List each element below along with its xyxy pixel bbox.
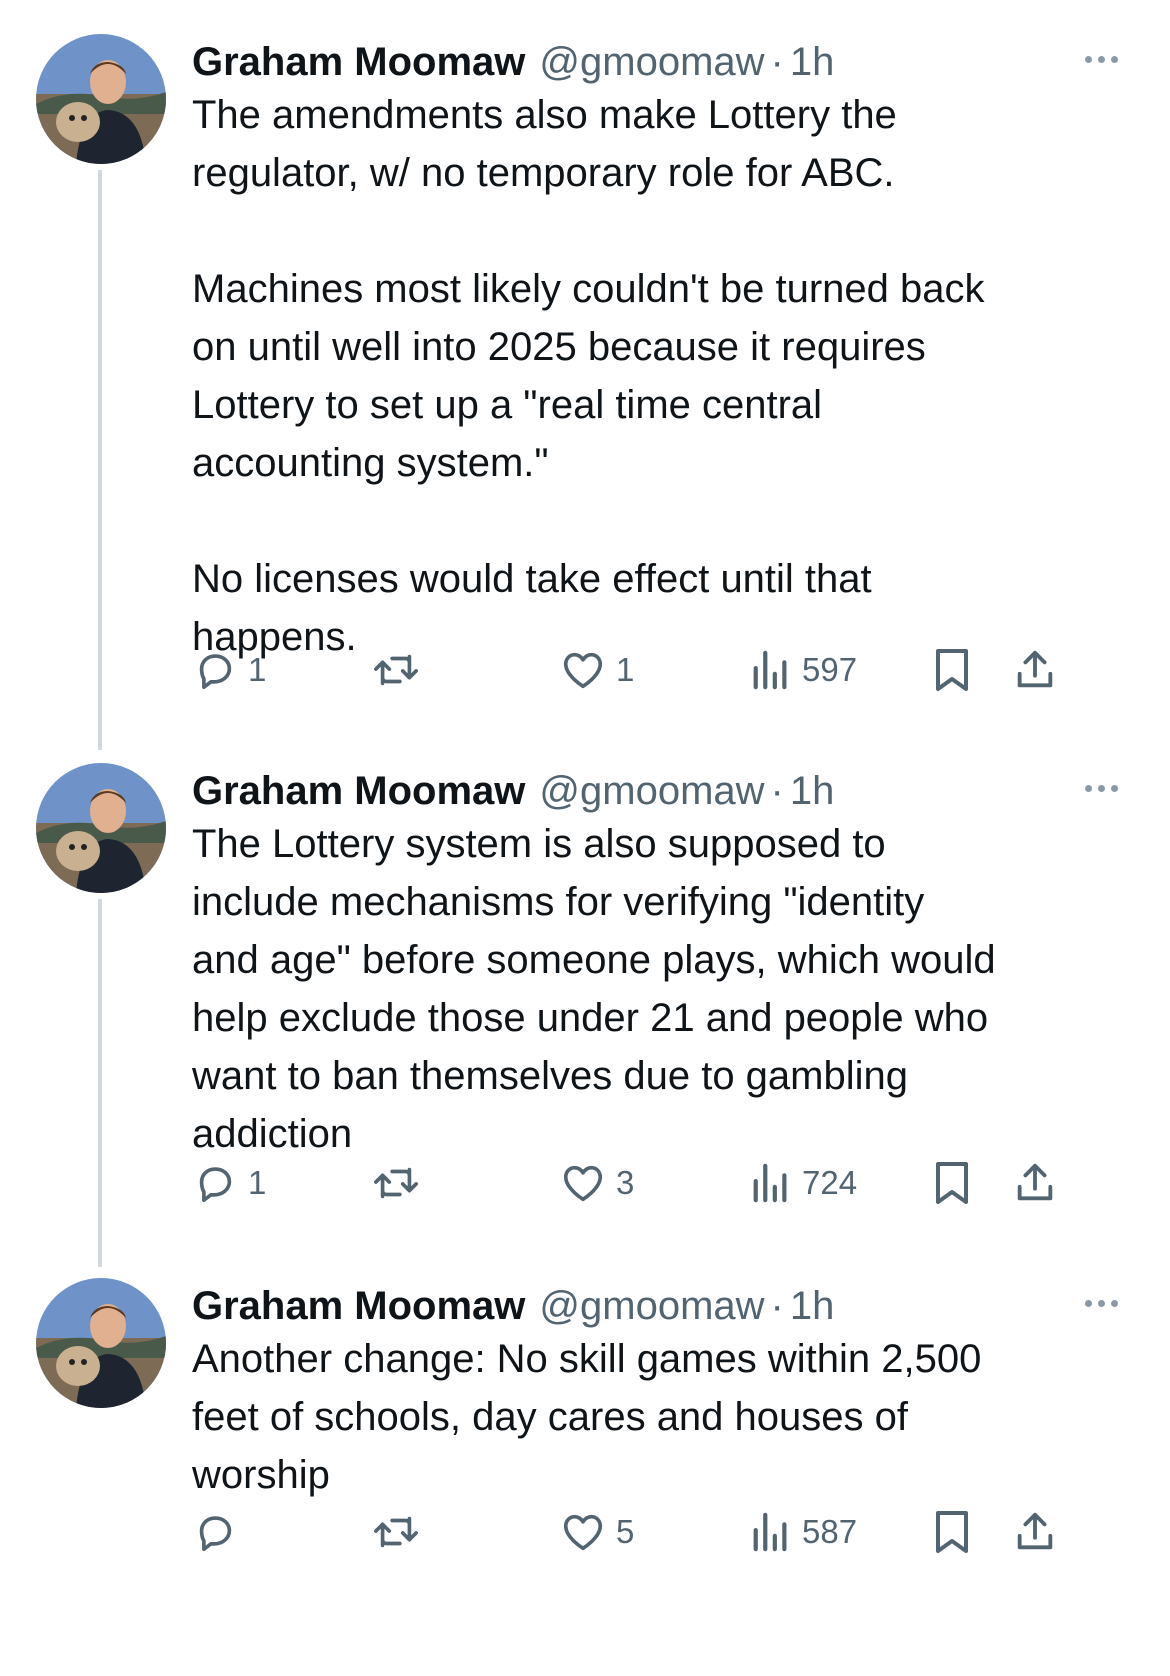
retweet-button[interactable]	[370, 1506, 432, 1558]
share-button[interactable]	[1012, 644, 1058, 696]
thread-line	[98, 899, 102, 1267]
bookmark-icon	[936, 649, 968, 691]
reply-count: 1	[248, 651, 267, 688]
separator: ·	[770, 40, 784, 84]
profile-photo	[36, 1278, 166, 1408]
view-count: 587	[802, 1513, 858, 1550]
heart-icon	[563, 652, 603, 689]
action-bar: 1 1 597	[192, 644, 1127, 696]
bookmark-button[interactable]	[930, 1157, 974, 1209]
reply-button[interactable]	[192, 1506, 248, 1558]
reply-icon	[199, 1516, 232, 1552]
timestamp[interactable]: 1h	[790, 763, 835, 819]
author-name[interactable]: Graham Moomaw	[192, 763, 525, 819]
separator: ·	[770, 1284, 784, 1328]
like-count: 5	[616, 1513, 635, 1550]
reply-icon	[199, 654, 232, 690]
views-button[interactable]: 597	[750, 644, 857, 696]
like-count: 3	[616, 1164, 635, 1201]
views-icon	[753, 1163, 787, 1203]
thread-line	[98, 170, 102, 750]
tweet-header: Graham Moomaw @gmoomaw · 1h	[192, 1278, 834, 1338]
heart-icon	[563, 1165, 603, 1202]
views-icon	[753, 1512, 787, 1552]
profile-photo	[36, 763, 166, 893]
share-button[interactable]	[1012, 1157, 1058, 1209]
action-bar: 1 3 724	[192, 1157, 1127, 1209]
like-button[interactable]: 1	[560, 644, 634, 696]
reply-button[interactable]: 1	[192, 1157, 266, 1209]
author-name[interactable]: Graham Moomaw	[192, 1278, 525, 1334]
author-name[interactable]: Graham Moomaw	[192, 34, 525, 90]
share-icon	[1017, 1512, 1053, 1550]
author-handle[interactable]: @gmoomaw	[539, 34, 764, 90]
share-icon	[1017, 1163, 1053, 1201]
share-button[interactable]	[1012, 1506, 1058, 1558]
like-button[interactable]: 5	[560, 1506, 634, 1558]
tweet-text: The Lottery system is also supposed to i…	[192, 822, 996, 1156]
tweet-header: Graham Moomaw @gmoomaw · 1h	[192, 34, 834, 94]
bookmark-icon	[936, 1162, 968, 1204]
retweet-button[interactable]	[370, 644, 432, 696]
reply-count: 1	[248, 1164, 267, 1201]
views-icon	[753, 650, 787, 690]
action-bar: 5 587	[192, 1506, 1127, 1558]
like-button[interactable]: 3	[560, 1157, 634, 1209]
retweet-icon	[374, 1516, 418, 1548]
bookmark-icon	[936, 1511, 968, 1553]
like-count: 1	[616, 651, 635, 688]
bookmark-button[interactable]	[930, 1506, 974, 1558]
author-handle[interactable]: @gmoomaw	[539, 763, 764, 819]
author-handle[interactable]: @gmoomaw	[539, 1278, 764, 1334]
heart-icon	[563, 1514, 603, 1551]
avatar[interactable]	[36, 1278, 166, 1408]
views-button[interactable]: 587	[750, 1506, 857, 1558]
avatar[interactable]	[36, 34, 166, 164]
more-icon[interactable]	[1085, 785, 1118, 792]
timestamp[interactable]: 1h	[790, 1278, 835, 1334]
bookmark-button[interactable]	[930, 644, 974, 696]
avatar[interactable]	[36, 763, 166, 893]
view-count: 724	[802, 1164, 858, 1201]
share-icon	[1017, 650, 1053, 688]
more-icon[interactable]	[1085, 56, 1118, 63]
separator: ·	[770, 769, 784, 813]
more-icon[interactable]	[1085, 1300, 1118, 1307]
tweet-header: Graham Moomaw @gmoomaw · 1h	[192, 763, 834, 823]
retweet-icon	[374, 654, 418, 686]
views-button[interactable]: 724	[750, 1157, 857, 1209]
view-count: 597	[802, 651, 858, 688]
profile-photo	[36, 34, 166, 164]
tweet-text: Another change: No skill games within 2,…	[192, 1337, 982, 1497]
tweet-text: The amendments also make Lottery the reg…	[192, 93, 985, 659]
timestamp[interactable]: 1h	[790, 34, 835, 90]
reply-icon	[199, 1167, 232, 1203]
reply-button[interactable]: 1	[192, 644, 266, 696]
retweet-button[interactable]	[370, 1157, 432, 1209]
retweet-icon	[374, 1167, 418, 1199]
